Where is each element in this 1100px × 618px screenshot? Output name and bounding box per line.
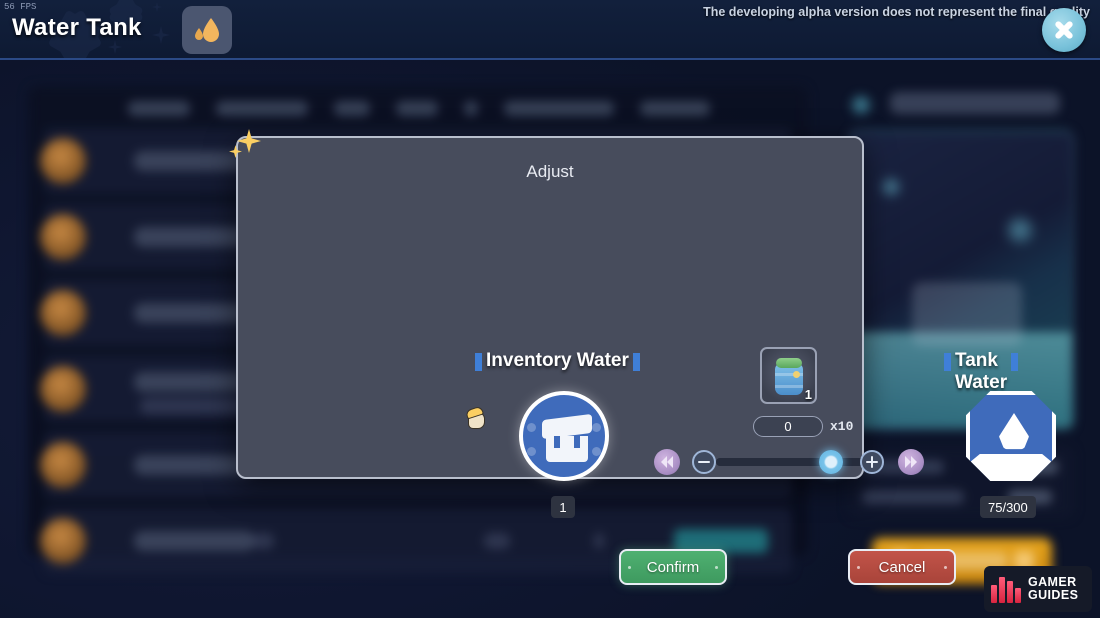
sparkle-icon [152, 26, 170, 44]
background-tab [334, 100, 370, 116]
slider-track[interactable] [716, 458, 876, 466]
inventory-count-badge: 1 [551, 496, 575, 518]
gamer-guides-logo-icon [991, 575, 1023, 603]
watermark-text: GAMER GUIDES [1028, 576, 1078, 602]
page-title: Water Tank [12, 14, 142, 41]
fps-counter: 56 FPS [4, 2, 37, 12]
backpack-icon[interactable] [519, 391, 609, 481]
cancel-button-label: Cancel [878, 558, 926, 576]
sparkle-icon [108, 40, 122, 54]
top-header-bar: 56 FPS Water Tank The developing alpha v… [0, 0, 1100, 60]
amount-input[interactable]: 0 [753, 416, 823, 437]
background-stat-label [862, 490, 964, 504]
rewind-icon [661, 456, 673, 468]
background-row-cell [594, 533, 604, 549]
background-bubble [1002, 212, 1038, 248]
background-row-thumb [40, 366, 86, 412]
water-tank-icon[interactable] [966, 391, 1056, 481]
background-tab [216, 100, 308, 116]
background-tab [464, 100, 478, 116]
cursor-pointer-icon [465, 405, 488, 432]
label-accent-right [1011, 353, 1019, 371]
background-row-thumb [40, 518, 86, 564]
decrease-button[interactable] [692, 450, 716, 474]
confirm-button[interactable]: Confirm [619, 549, 727, 585]
alpha-version-note: The developing alpha version does not re… [703, 5, 1090, 19]
item-quantity: 1 [804, 387, 812, 402]
background-tank-art [912, 282, 1022, 346]
background-orb [848, 92, 874, 118]
background-row-thumb [40, 290, 86, 336]
plus-icon-vertical [870, 456, 874, 468]
close-icon [1053, 19, 1075, 41]
label-accent-left [475, 353, 482, 371]
background-row-thumb [40, 442, 86, 488]
rewind-icon-button[interactable] [654, 449, 680, 475]
multiplier-label: x10 [830, 419, 854, 434]
confirm-button-label: Confirm [646, 558, 700, 576]
background-divider [46, 504, 790, 505]
backpack-glyph [540, 413, 594, 463]
inventory-water-label-wrap: Inventory Water [475, 350, 640, 372]
dialog-title: Adjust [526, 162, 574, 181]
fast-forward-icon-button[interactable] [898, 449, 924, 475]
tank-count-badge: 75/300 [980, 496, 1036, 518]
watermark: GAMER GUIDES [984, 566, 1092, 612]
background-tab-bar [128, 92, 808, 124]
background-row-thumb [40, 214, 86, 260]
background-tab [396, 100, 438, 116]
close-button[interactable] [1042, 8, 1086, 52]
minus-icon [698, 460, 710, 464]
amount-slider-row [654, 449, 924, 475]
background-bubble [878, 174, 904, 200]
sparkle-icon [152, 2, 162, 12]
tank-water-label: Tank Water [955, 350, 1008, 393]
background-row-cell [484, 533, 510, 549]
background-row-thumb [40, 138, 86, 184]
watermark-line-2: GUIDES [1028, 588, 1079, 602]
label-accent-right [632, 353, 640, 371]
adjust-dialog: Adjust Inventory Water 1 1 0 x10 Tank Wa… [236, 136, 1056, 585]
background-panel-title [890, 92, 1060, 114]
item-slot[interactable]: 1 [760, 347, 817, 404]
background-row-name [134, 531, 254, 551]
water-drop-icon-button[interactable] [182, 6, 232, 54]
water-drop-icon [195, 18, 219, 42]
background-tab [504, 100, 614, 116]
game-screen: 56 FPS Water Tank The developing alpha v… [0, 0, 1100, 618]
tank-water-label-wrap: Tank Water [944, 350, 1019, 394]
fast-forward-icon [905, 456, 917, 468]
background-detail-panel [830, 86, 1080, 584]
background-tab [640, 100, 710, 116]
slider-thumb[interactable] [819, 450, 844, 474]
water-drop-glyph [999, 413, 1029, 450]
background-tab [128, 100, 190, 116]
background-row-cell [252, 533, 274, 549]
label-accent-left [944, 353, 951, 371]
inventory-water-label: Inventory Water [486, 350, 629, 371]
background-row-cell [140, 398, 248, 414]
cancel-button[interactable]: Cancel [848, 549, 956, 585]
water-barrel-item-icon [775, 357, 803, 395]
increase-button[interactable] [860, 450, 884, 474]
